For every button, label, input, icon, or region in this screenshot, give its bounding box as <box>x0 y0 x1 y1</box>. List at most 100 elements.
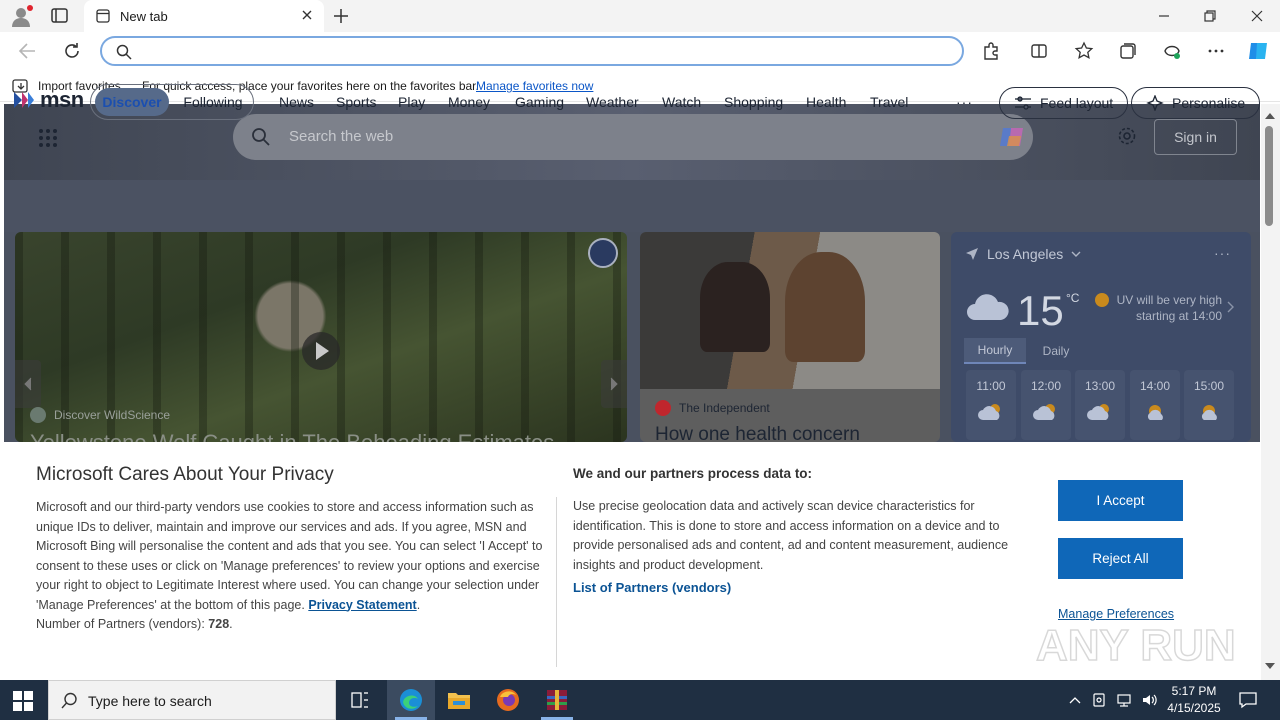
mostly-sunny-icon <box>1147 405 1163 420</box>
volume-icon[interactable] <box>1141 692 1157 708</box>
chevron-right-icon[interactable] <box>1226 300 1236 314</box>
news-card-source-label: The Independent <box>679 401 770 415</box>
nav-weather[interactable]: Weather <box>586 94 639 110</box>
close-window-button[interactable] <box>1247 6 1267 26</box>
web-search-box[interactable]: Search the web <box>233 114 1033 160</box>
search-icon <box>61 692 77 709</box>
hourly-forecast-item[interactable]: 13:00 <box>1075 370 1125 440</box>
winrar-icon <box>547 690 567 710</box>
taskbar-winrar-app[interactable] <box>533 680 581 720</box>
tab-hourly[interactable]: Hourly <box>964 338 1026 364</box>
play-video-button[interactable] <box>302 332 340 370</box>
browser-tab[interactable]: New tab <box>84 0 324 32</box>
purposes-text: Use precise geolocation data and activel… <box>573 499 1009 572</box>
tab-title: New tab <box>120 9 168 24</box>
copilot-icon[interactable] <box>1246 39 1270 63</box>
hero-title[interactable]: Yellowstone Wolf Caught in The Beheading… <box>30 430 554 442</box>
accept-button[interactable]: I Accept <box>1058 480 1183 521</box>
chevron-up-icon[interactable] <box>1068 693 1082 707</box>
hour-label: 11:00 <box>976 379 1006 393</box>
nav-health[interactable]: Health <box>806 94 846 110</box>
network-icon[interactable] <box>1116 692 1132 708</box>
hour-label: 15:00 <box>1193 379 1225 393</box>
personalise-button[interactable]: Personalise <box>1131 87 1261 119</box>
address-bar-input[interactable] <box>100 36 964 66</box>
tab-discover[interactable]: Discover <box>95 88 169 116</box>
nav-more-button[interactable]: ··· <box>956 94 973 110</box>
weather-location[interactable]: Los Angeles <box>965 246 1081 262</box>
partners-count-label: Number of Partners (vendors): <box>36 617 205 631</box>
divider <box>556 497 557 667</box>
settings-gear-icon[interactable] <box>1117 126 1137 146</box>
msn-logo[interactable]: msn <box>12 87 84 113</box>
extensions-icon[interactable] <box>981 41 1001 61</box>
reject-all-button[interactable]: Reject All <box>1058 538 1183 579</box>
uv-alert[interactable]: UV will be very high starting at 14:00 <box>1114 292 1222 324</box>
nav-money[interactable]: Money <box>448 94 490 110</box>
carousel-next-button[interactable] <box>601 360 627 408</box>
carousel-prev-button[interactable] <box>15 360 41 408</box>
system-tray <box>1068 690 1157 710</box>
news-card-source: The Independent <box>655 400 770 416</box>
windows-start-icon[interactable] <box>12 690 34 712</box>
msn-nav <box>4 180 1260 232</box>
taskbar-clock[interactable]: 5:17 PM 4/15/2025 <box>1162 683 1226 717</box>
taskbar-firefox-app[interactable] <box>484 680 532 720</box>
taskbar-search-box[interactable]: Type here to search <box>48 680 336 720</box>
hourly-forecast-item[interactable]: 15:00 <box>1184 370 1234 440</box>
nav-gaming[interactable]: Gaming <box>515 94 564 110</box>
collections-icon[interactable] <box>1118 41 1138 61</box>
clock-date: 4/15/2025 <box>1167 701 1221 715</box>
weather-location-label: Los Angeles <box>987 246 1064 262</box>
more-menu-icon[interactable] <box>1206 41 1226 61</box>
device-icon[interactable] <box>1091 692 1107 708</box>
profile-icon[interactable] <box>10 5 33 27</box>
tab-actions-icon[interactable] <box>50 7 70 25</box>
privacy-body: Microsoft and our third-party vendors us… <box>36 500 543 631</box>
task-view-button[interactable] <box>336 680 384 720</box>
back-button[interactable] <box>16 40 40 62</box>
nav-travel[interactable]: Travel <box>870 94 908 110</box>
partners-list-link[interactable]: List of Partners (vendors) <box>573 580 731 595</box>
split-screen-icon[interactable] <box>1029 41 1049 61</box>
chevron-down-icon <box>1071 251 1081 257</box>
taskbar-edge-app[interactable] <box>387 680 435 720</box>
minimize-button[interactable] <box>1154 6 1174 26</box>
nav-sports[interactable]: Sports <box>336 94 376 110</box>
copilot-icon[interactable] <box>997 122 1027 152</box>
hourly-forecast-item[interactable]: 12:00 <box>1021 370 1071 440</box>
news-card-title[interactable]: How one health concern <box>655 424 860 442</box>
personalise-label: Personalise <box>1172 95 1246 111</box>
hourly-forecast-item[interactable]: 11:00 <box>966 370 1016 440</box>
new-tab-button[interactable] <box>332 7 350 25</box>
scroll-up-arrow-icon[interactable] <box>1264 108 1276 119</box>
tab-daily[interactable]: Daily <box>1032 338 1080 364</box>
firefox-icon <box>497 689 519 711</box>
notifications-icon[interactable] <box>1238 690 1258 710</box>
tab-following[interactable]: Following <box>175 88 251 116</box>
nav-news[interactable]: News <box>279 94 314 110</box>
close-tab-icon[interactable] <box>300 8 314 22</box>
browser-essentials-icon[interactable] <box>1162 41 1182 61</box>
taskbar-file-explorer-app[interactable] <box>435 680 483 720</box>
app-launcher-icon[interactable] <box>38 128 58 148</box>
sign-in-button[interactable]: Sign in <box>1154 119 1237 155</box>
feed-layout-button[interactable]: Feed layout <box>999 87 1129 119</box>
hourly-forecast-item[interactable]: 14:00 <box>1130 370 1180 440</box>
weather-more-button[interactable]: ··· <box>1214 245 1231 261</box>
privacy-statement-link[interactable]: Privacy Statement <box>308 598 416 612</box>
uv-alert-line2: starting at 14:00 <box>1135 309 1222 323</box>
nav-watch[interactable]: Watch <box>662 94 701 110</box>
scrollbar-thumb[interactable] <box>1265 126 1273 226</box>
nav-play[interactable]: Play <box>398 94 425 110</box>
manage-favorites-link[interactable]: Manage favorites now <box>476 79 593 93</box>
uv-alert-line1: UV will be very high <box>1116 293 1222 307</box>
hero-title-text: Yellowstone Wolf Caught in The Beheading… <box>30 430 554 442</box>
favorites-icon[interactable] <box>1074 41 1094 61</box>
nav-shopping[interactable]: Shopping <box>724 94 783 110</box>
news-card-image <box>640 232 940 389</box>
restore-button[interactable] <box>1200 6 1220 26</box>
reload-button[interactable] <box>60 40 84 62</box>
scroll-down-arrow-icon[interactable] <box>1264 658 1276 669</box>
msn-logo-text: msn <box>40 87 84 112</box>
